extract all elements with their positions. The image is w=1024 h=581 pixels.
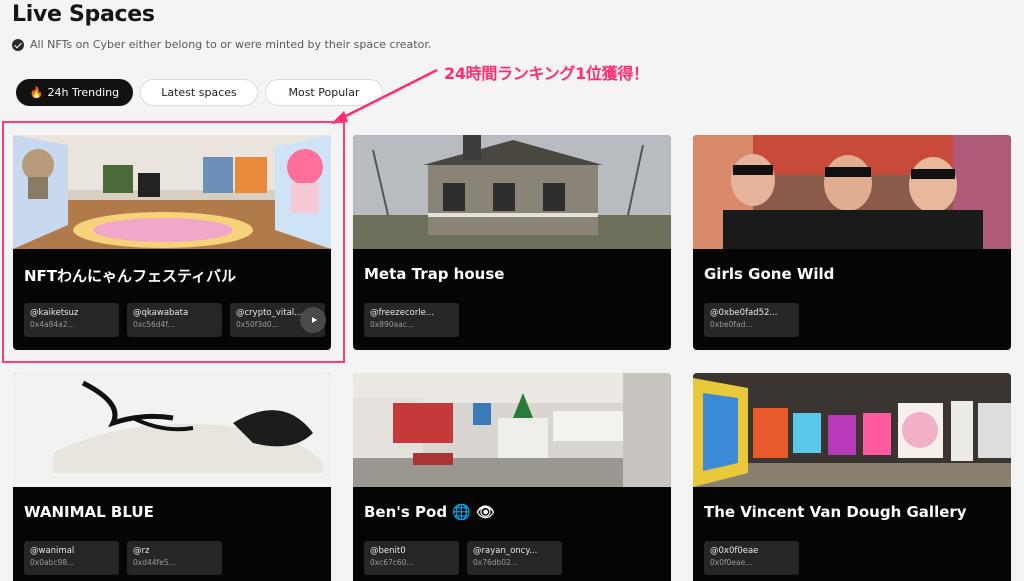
owner-handle: @benit0 [370,546,406,556]
owner-handle: @wanimal [30,546,75,556]
space-card[interactable]: WANIMAL BLUE @wanimal 0x0abc98... @rz 0x… [13,373,331,581]
tab-label: 24h Trending [47,86,120,99]
tab-label: Latest spaces [161,86,237,99]
tab-latest-spaces[interactable]: Latest spaces [140,79,258,106]
page-title: Live Spaces [12,2,155,27]
verified-check-icon [12,38,24,51]
space-title[interactable]: The Vincent Van Dough Gallery [704,503,967,521]
owner-address: 0x0abc98... [30,558,75,567]
owner-chip[interactable]: @benit0 0xc67c60... [364,541,459,575]
owner-handle: @0xbe0fad52... [710,308,778,318]
owner-chip[interactable]: @0x0f0eae 0x0f0eae... [704,541,799,575]
owner-address: 0x76db02... [473,558,518,567]
space-thumbnail [13,373,331,487]
space-card[interactable]: The Vincent Van Dough Gallery @0x0f0eae … [693,373,1011,581]
owner-handle: @0x0f0eae [710,546,759,556]
annotation-label: 24時間ランキング1位獲得！ [444,64,649,83]
space-thumbnail [693,135,1011,249]
owner-address: 0x0f0eae... [710,558,753,567]
owner-chip[interactable]: @freezecorle... 0x890aac... [364,303,459,337]
subtitle-text: All NFTs on Cyber either belong to or we… [30,38,432,51]
fire-icon: 🔥 [29,86,44,99]
space-card[interactable]: Meta Trap house @freezecorle... 0x890aac… [353,135,671,350]
space-thumbnail [693,373,1011,487]
space-title[interactable]: Ben's Pod 🌐 👁 [364,503,495,521]
page-subtitle: All NFTs on Cyber either belong to or we… [12,38,431,51]
owner-address: 0xd44fe5... [133,558,176,567]
tab-label: Most Popular [288,86,360,99]
space-thumbnail [353,135,671,249]
space-thumbnail [353,373,671,487]
owner-chip[interactable]: @rayan_oncy... 0x76db02... [467,541,562,575]
owner-list: @benit0 0xc67c60... @rayan_oncy... 0x76d… [364,541,562,575]
owner-list: @0x0f0eae 0x0f0eae... [704,541,799,575]
tab-most-popular[interactable]: Most Popular [265,79,383,106]
space-title[interactable]: Meta Trap house [364,265,504,283]
filter-tabs: 🔥 24h Trending Latest spaces Most Popula… [16,79,383,106]
owner-chip[interactable]: @rz 0xd44fe5... [127,541,222,575]
owner-address: 0x890aac... [370,320,414,329]
owner-handle: @freezecorle... [370,308,435,318]
space-title[interactable]: Girls Gone Wild [704,265,834,283]
owner-list: @wanimal 0x0abc98... @rz 0xd44fe5... [24,541,222,575]
owner-address: 0xbe0fad... [710,320,753,329]
owner-handle: @rz [133,546,150,556]
owner-handle: @rayan_oncy... [473,546,538,556]
owner-list: @freezecorle... 0x890aac... [364,303,459,337]
owner-chip[interactable]: @0xbe0fad52... 0xbe0fad... [704,303,799,337]
owner-chip[interactable]: @wanimal 0x0abc98... [24,541,119,575]
tab-24h-trending[interactable]: 🔥 24h Trending [16,79,133,106]
space-card[interactable]: Ben's Pod 🌐 👁 @benit0 0xc67c60... @rayan… [353,373,671,581]
annotation-highlight-box [2,121,345,363]
owner-list: @0xbe0fad52... 0xbe0fad... [704,303,799,337]
owner-address: 0xc67c60... [370,558,414,567]
space-card[interactable]: Girls Gone Wild @0xbe0fad52... 0xbe0fad.… [693,135,1011,350]
space-title[interactable]: WANIMAL BLUE [24,503,154,521]
